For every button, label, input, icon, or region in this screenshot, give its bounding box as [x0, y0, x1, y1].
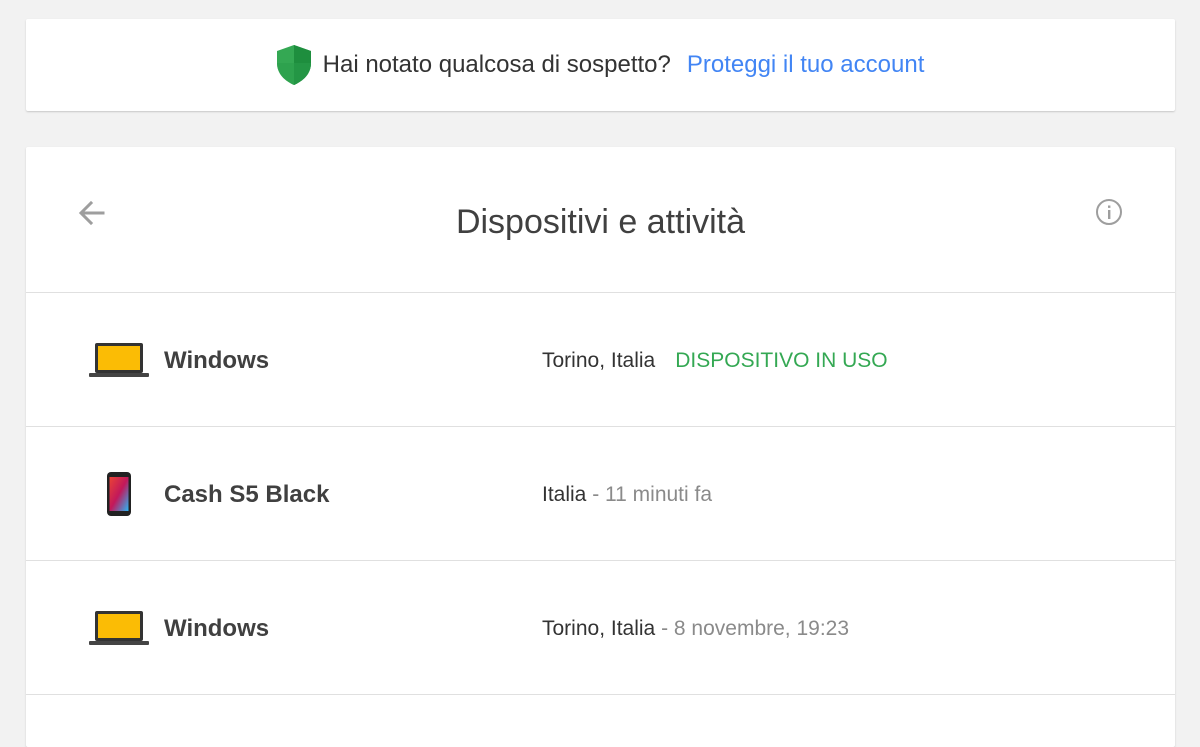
- device-row[interactable]: Cash S5 Black Italia - 11 minuti fa: [26, 427, 1175, 561]
- meta-separator: -: [655, 617, 674, 640]
- device-location: Torino, Italia: [542, 349, 656, 372]
- device-meta: Italia - 11 minuti fa: [542, 483, 712, 507]
- security-banner: Hai notato qualcosa di sospetto? Protegg…: [26, 19, 1175, 111]
- banner-question: Hai notato qualcosa di sospetto?: [322, 51, 671, 78]
- device-name: Cash S5 Black: [164, 481, 330, 508]
- devices-card: Dispositivi e attività Windows Torino, I…: [26, 147, 1175, 747]
- device-name: Windows: [164, 347, 270, 374]
- device-meta: Torino, Italia - 8 novembre, 19:23: [542, 617, 849, 641]
- device-location: Torino, Italia: [542, 617, 656, 640]
- last-activity-time: 11 minuti fa: [605, 483, 713, 506]
- shield-icon: [275, 44, 313, 86]
- device-name: Windows: [164, 615, 270, 642]
- laptop-icon: [88, 605, 150, 651]
- last-activity-time: 8 novembre, 19:23: [673, 617, 850, 640]
- phone-icon: [88, 471, 150, 517]
- device-row[interactable]: Windows Torino, Italia - 8 novembre, 19:…: [26, 561, 1175, 695]
- protect-account-link[interactable]: Proteggi il tuo account: [687, 51, 924, 79]
- meta-separator: -: [586, 483, 606, 506]
- card-header: Dispositivi e attività: [26, 147, 1175, 293]
- laptop-icon: [88, 337, 150, 383]
- device-meta: Torino, Italia DISPOSITIVO IN USO: [542, 349, 888, 373]
- page-title: Dispositivi e attività: [455, 203, 746, 241]
- info-icon[interactable]: [1094, 197, 1124, 227]
- banner-content: Hai notato qualcosa di sospetto? Protegg…: [275, 44, 924, 86]
- device-row[interactable]: Windows Torino, Italia DISPOSITIVO IN USO: [26, 293, 1175, 427]
- device-location: Italia: [542, 483, 587, 506]
- current-device-status: DISPOSITIVO IN USO: [675, 349, 888, 372]
